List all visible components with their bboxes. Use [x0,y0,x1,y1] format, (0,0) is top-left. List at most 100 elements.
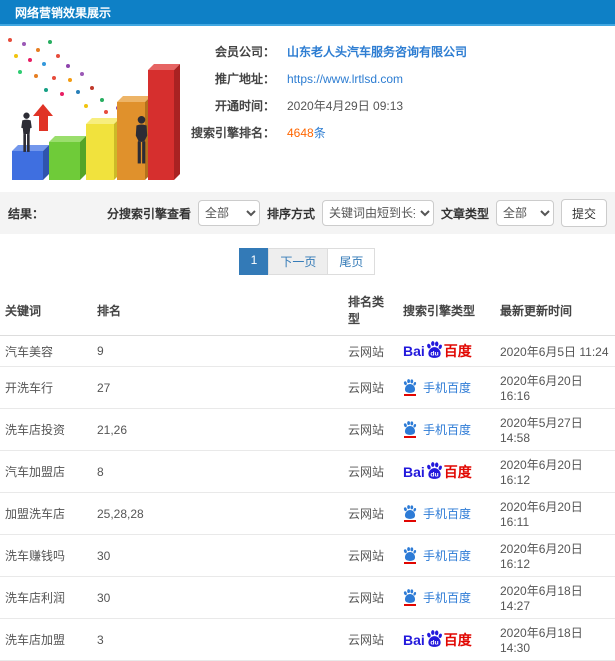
rank-cell: 21,26 [92,408,343,451]
submit-button[interactable]: 提交 [560,199,607,227]
keyword-cell: 洗车店投资 [0,408,92,451]
rank-cell: 27 [92,366,343,409]
time-cell: 2020年6月18日 14:30 [495,618,615,661]
engine-filter-label: 分搜索引擎查看 [106,206,191,221]
chart-bar-yellow [86,118,120,180]
engine-cell: 手机百度 [398,492,495,535]
table-row: 开洗车行 27 云网站 手机百度 2020年6月20日 16:16 [0,366,615,409]
engine-cell: Bai du 百度 [398,450,495,493]
svg-text:du: du [430,639,438,646]
header-bar: 网络营销效果展示 [0,0,615,26]
open-time-value: 2020年4月29日 09:13 [287,99,404,113]
paw-icon [403,379,417,393]
promo-url-link[interactable]: https://www.lrtlsd.com [287,72,403,86]
paw-icon: du [426,629,442,647]
rank-type-cell: 云网站 [343,450,398,493]
open-time-label: 开通时间： [214,99,275,113]
info-row-company: 会员公司： 山东老人头汽车服务咨询有限公司 [185,38,615,65]
table-row: 洗车店利润 30 云网站 手机百度 2020年6月18日 14:27 [0,576,615,619]
next-page-button[interactable]: 下一页 [268,248,329,275]
svg-text:du: du [430,471,438,478]
rank-cell: 25,28,28 [92,492,343,535]
mobile-baidu-badge: 手机百度 [403,589,471,606]
rank-count-number: 4648 [287,126,314,140]
engine-cell: 手机百度 [398,408,495,451]
keyword-cell: 开洗车行 [0,366,92,409]
page-1-button[interactable]: 1 [238,248,270,275]
mobile-baidu-badge: 手机百度 [403,547,471,564]
time-cell: 2020年6月20日 16:12 [495,450,615,493]
rank-type-cell: 云网站 [343,408,398,451]
businessman-figure-right [135,115,148,164]
rank-cell: 9 [92,335,343,367]
time-cell: 2020年5月27日 14:58 [495,408,615,451]
engine-cell: 手机百度 [398,576,495,619]
ranking-table: 关键词 排名 排名类型 搜索引擎类型 最新更新时间 汽车美容 9 云网站 Bai du 百… [0,287,615,661]
company-name-link[interactable]: 山东老人头汽车服务咨询有限公司 [287,43,467,60]
table-row: 加盟洗车店 25,28,28 云网站 手机百度 2020年6月20日 16:11 [0,492,615,535]
rank-type-cell: 云网站 [343,492,398,535]
col-update-time: 最新更新时间 [495,287,615,336]
mobile-baidu-icon [403,547,417,564]
pagination: 1 下一页 尾页 [0,248,615,275]
company-info-list: 会员公司： 山东老人头汽车服务咨询有限公司 推广地址： https://www.… [185,26,615,146]
col-engine-type: 搜索引擎类型 [398,287,495,336]
keyword-cell: 加盟洗车店 [0,492,92,535]
time-cell: 2020年6月5日 11:24 [495,335,615,367]
chart-bar-green [49,136,86,180]
engine-cell: 手机百度 [398,534,495,577]
engine-cell: Bai du 百度 [398,335,495,367]
info-section: 会员公司： 山东老人头汽车服务咨询有限公司 推广地址： https://www.… [0,26,615,190]
last-page-button[interactable]: 尾页 [327,248,376,275]
info-row-url: 推广地址： https://www.lrtlsd.com [185,65,615,92]
col-rank-type: 排名类型 [343,287,398,336]
time-cell: 2020年6月20日 16:11 [495,492,615,535]
info-row-open-time: 开通时间： 2020年4月29日 09:13 [185,92,615,119]
rank-type-cell: 云网站 [343,335,398,367]
engine-filter-select[interactable]: 全部 [197,200,260,226]
ranking-table-body: 汽车美容 9 云网站 Bai du 百度 2020年6月5日 11:24 开洗车行 27 云网站手… [0,335,615,661]
filter-controls: 分搜索引擎查看 全部 排序方式 关键词由短到长排序 文章类型 全部 提交 [107,199,607,227]
businessman-figure-left [21,112,32,152]
bar-chart-illustration [0,30,185,188]
col-keyword: 关键词 [0,287,92,336]
col-rank: 排名 [92,287,343,336]
baidu-logo: Bai du 百度 [403,461,472,480]
mobile-baidu-icon [403,505,417,522]
mobile-baidu-badge: 手机百度 [403,505,471,522]
keyword-cell: 汽车加盟店 [0,450,92,493]
time-cell: 2020年6月18日 14:27 [495,576,615,619]
rank-cell: 3 [92,618,343,661]
table-header-row: 关键词 排名 排名类型 搜索引擎类型 最新更新时间 [0,287,615,336]
rank-cell: 30 [92,576,343,619]
paw-icon: du [426,341,442,358]
engine-cell: 手机百度 [398,366,495,409]
rank-cell: 8 [92,450,343,493]
article-type-select[interactable]: 全部 [495,200,554,226]
article-type-label: 文章类型 [440,206,489,221]
rank-count-unit: 条 [313,126,326,140]
table-row: 洗车店加盟 3 云网站 Bai du 百度 2020年6月18日 14:30 [0,618,615,661]
keyword-cell: 洗车店利润 [0,576,92,619]
mobile-baidu-icon [403,589,417,606]
paw-icon [403,421,417,435]
rank-type-cell: 云网站 [343,618,398,661]
filter-bar: 结果： 分搜索引擎查看 全部 排序方式 关键词由短到长排序 文章类型 全部 提交 [0,192,615,234]
growth-arrow-icon [33,104,53,131]
keyword-cell: 汽车美容 [0,335,92,367]
paw-icon: du [426,461,442,479]
confetti-dots [8,38,12,42]
table-row: 汽车加盟店 8 云网站 Bai du 百度 2020年6月20日 16:12 [0,450,615,493]
chart-bar-red [148,64,180,180]
chart-bar-blue [12,145,49,180]
engine-cell: Bai du 百度 [398,618,495,661]
rank-type-cell: 云网站 [343,366,398,409]
table-row: 汽车美容 9 云网站 Bai du 百度 2020年6月5日 11:24 [0,335,615,367]
keyword-cell: 洗车店加盟 [0,618,92,661]
rank-type-cell: 云网站 [343,576,398,619]
sort-filter-select[interactable]: 关键词由短到长排序 [321,200,434,226]
mobile-baidu-icon [403,421,417,438]
svg-text:du: du [430,351,438,358]
baidu-logo: Bai du 百度 [403,341,472,359]
rank-count-value: 4648条 [287,124,326,141]
